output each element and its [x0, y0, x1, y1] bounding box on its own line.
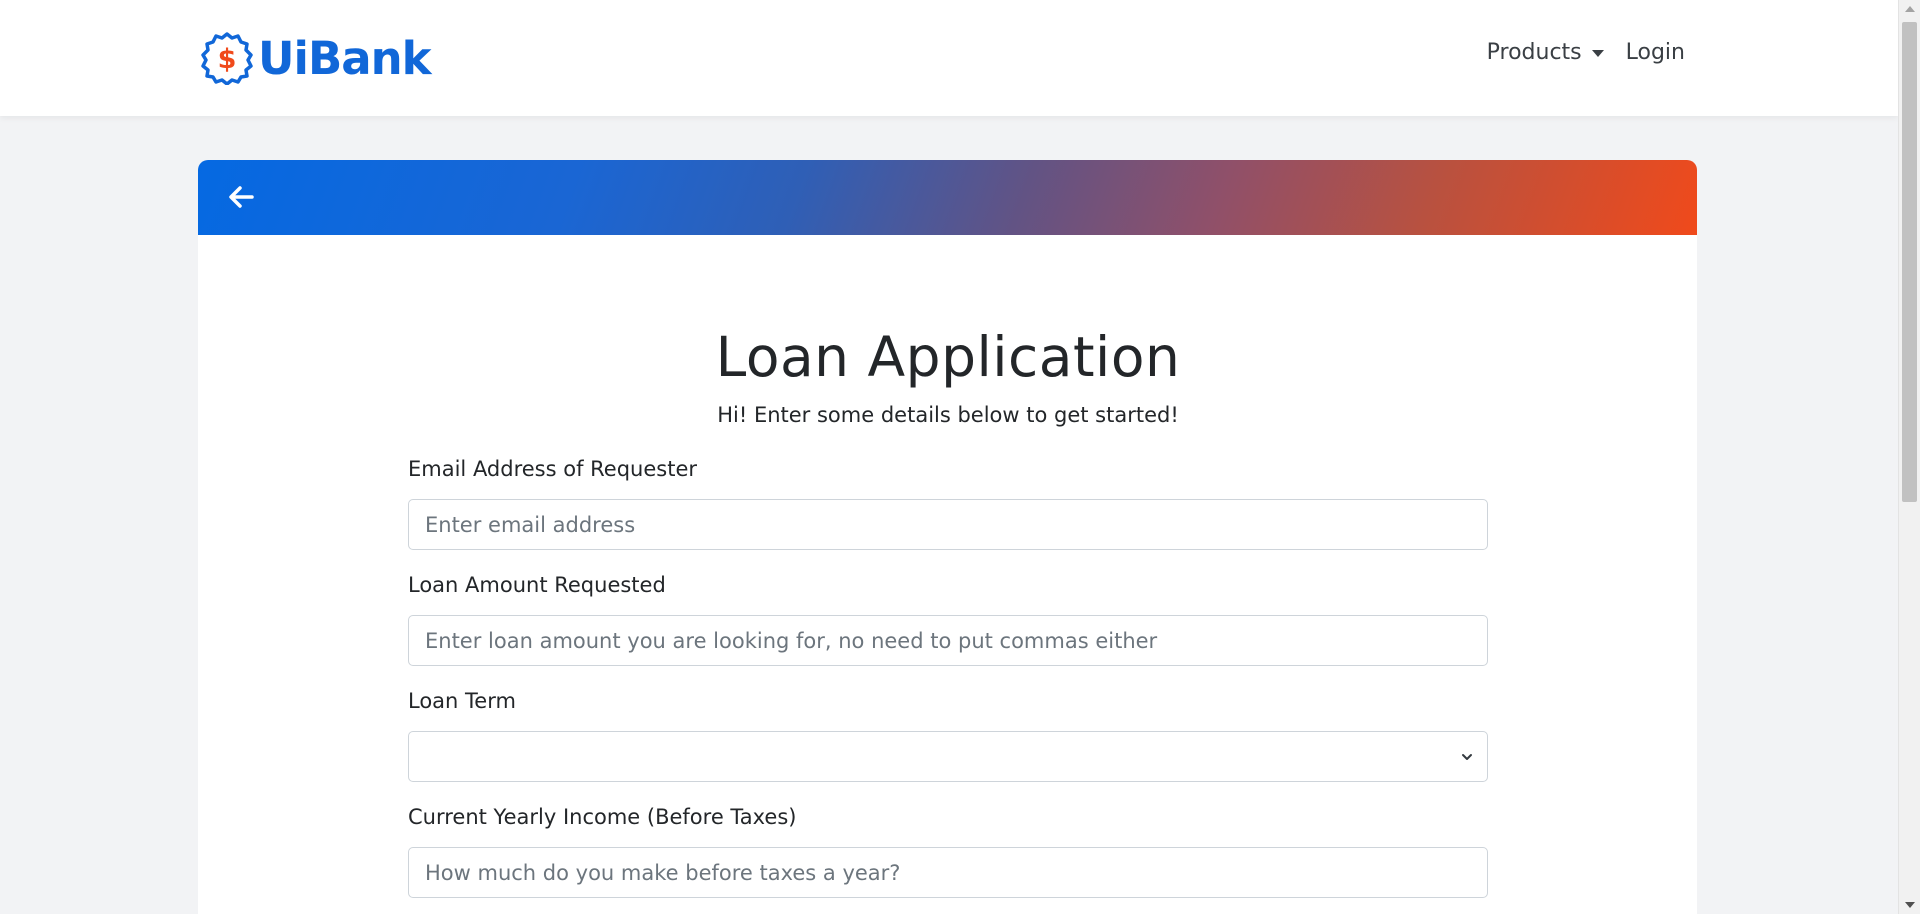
loan-application-card: Loan Application Hi! Enter some details … [198, 160, 1697, 914]
loan-term-select[interactable] [408, 731, 1488, 782]
page: $ UiBank Products Login Loan Application… [0, 0, 1920, 914]
products-dropdown[interactable]: Products [1487, 40, 1604, 65]
brand-link[interactable]: $ UiBank [200, 30, 432, 86]
scroll-down-icon[interactable] [1905, 902, 1915, 908]
page-title: Loan Application [715, 325, 1181, 389]
loan-amount-field[interactable] [408, 615, 1488, 666]
card-header-banner [198, 160, 1697, 235]
login-label: Login [1625, 40, 1685, 65]
svg-text:$: $ [218, 44, 237, 75]
email-field[interactable] [408, 499, 1488, 550]
brand-name: UiBank [258, 31, 432, 85]
scroll-thumb[interactable] [1902, 22, 1917, 502]
loan-term-label: Loan Term [408, 689, 516, 713]
scroll-up-icon[interactable] [1905, 6, 1915, 12]
products-label: Products [1486, 40, 1582, 65]
email-label: Email Address of Requester [408, 457, 698, 481]
income-field[interactable] [408, 847, 1488, 898]
income-label: Current Yearly Income (Before Taxes) [408, 805, 797, 829]
top-navbar: $ UiBank Products Login [0, 0, 1898, 116]
vertical-scrollbar[interactable] [1898, 0, 1920, 914]
login-link[interactable]: Login [1626, 40, 1685, 65]
page-subtitle: Hi! Enter some details below to get star… [717, 403, 1179, 427]
nav-links: Products Login [1487, 40, 1685, 65]
dollar-badge-icon: $ [201, 32, 253, 85]
caret-down-icon [1591, 50, 1604, 57]
chevron-down-icon [1462, 754, 1472, 760]
loan-amount-label: Loan Amount Requested [408, 573, 666, 597]
arrow-left-icon[interactable] [226, 182, 256, 212]
